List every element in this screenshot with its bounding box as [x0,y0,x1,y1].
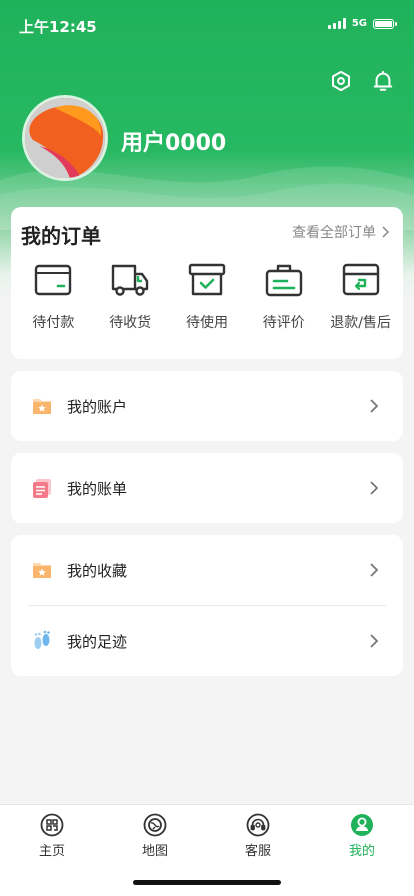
chevron-right-icon [370,399,379,413]
user-icon [351,814,373,836]
tab-map-label: 地图 [141,844,168,859]
order-pending-use-label: 待使用 [185,315,228,331]
menu-item-footprints[interactable]: 我的足迹 [11,606,403,676]
menu-item-favorites-label: 我的收藏 [67,562,128,580]
signal-icon [327,18,346,29]
wallet-icon [35,264,72,296]
globe-icon [143,813,167,837]
view-all-orders-link[interactable]: 查看全部订单 [292,222,389,242]
folder-star-icon [33,399,51,414]
battery-icon [373,18,397,29]
order-pending-payment-label: 待付款 [32,315,75,331]
tab-home[interactable]: 主页 [12,813,92,859]
headset-icon [246,813,270,837]
order-refund-aftersale[interactable]: 退款/售后 [326,262,396,332]
tab-customer-service-label: 客服 [244,844,271,859]
order-status-row: 待付款 待收货 待使用 待评价 退款/售后 [11,262,403,332]
status-time: 上午12:45 [19,18,97,36]
order-pending-review-label: 待评价 [262,315,305,331]
menu-item-account[interactable]: 我的账户 [11,371,403,441]
username[interactable]: 用户0000 [121,125,226,157]
order-pending-receipt[interactable]: 待收货 [95,262,165,332]
tab-home-label: 主页 [38,844,65,859]
bell-icon[interactable] [372,70,394,92]
status-indicators: 5G [327,18,397,29]
return-box-icon [342,263,379,296]
status-bar: 上午12:45 5G [0,0,414,50]
collection-card: 我的收藏 我的足迹 [11,535,403,676]
order-refund-aftersale-label: 退款/售后 [330,315,391,331]
bill-icon [33,479,51,498]
orders-card: 我的订单 查看全部订单 待付款 待收货 待使用 待评价 退款/售后 [11,207,403,359]
chevron-right-icon [370,481,379,495]
order-pending-payment[interactable]: 待付款 [18,262,88,332]
network-type: 5G [351,18,367,29]
chevron-right-icon [370,634,379,648]
tab-map[interactable]: 地图 [115,813,195,859]
menu-item-bill[interactable]: 我的账单 [11,453,403,523]
tab-customer-service[interactable]: 客服 [218,813,298,859]
menu-item-favorites[interactable]: 我的收藏 [11,535,403,605]
orders-title: 我的订单 [21,224,101,248]
truck-icon [111,264,149,296]
folder-star-icon [33,563,51,578]
account-card: 我的账户 [11,371,403,441]
clipboard-icon [265,264,302,297]
order-pending-receipt-label: 待收货 [109,315,152,331]
qr-home-icon [40,813,64,837]
tab-profile[interactable]: 我的 [322,813,402,859]
menu-item-bill-label: 我的账单 [67,480,128,498]
header-actions [330,70,394,92]
bill-card: 我的账单 [11,453,403,523]
home-indicator [133,880,281,885]
chevron-right-icon [370,563,379,577]
box-check-icon [188,263,226,296]
footprints-icon [34,630,50,649]
order-pending-use[interactable]: 待使用 [172,262,242,332]
avatar-image [25,98,105,178]
order-pending-review[interactable]: 待评价 [249,262,319,332]
tab-profile-label: 我的 [348,844,375,859]
view-all-orders-label: 查看全部订单 [292,225,376,241]
settings-icon[interactable] [330,70,352,92]
menu-item-footprints-label: 我的足迹 [67,633,128,651]
avatar[interactable] [22,95,108,181]
menu-item-account-label: 我的账户 [67,398,128,416]
chevron-right-icon [382,226,389,238]
